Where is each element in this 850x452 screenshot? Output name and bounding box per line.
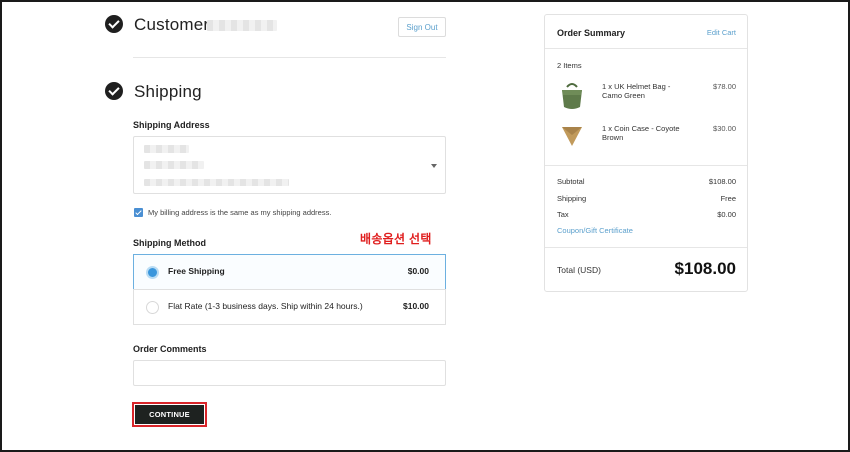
shipping-cost-value: Free: [720, 194, 736, 203]
billing-same-checkbox[interactable]: [134, 208, 143, 217]
tax-label: Tax: [557, 210, 569, 219]
customer-email-redacted: [207, 20, 277, 31]
shipping-option-flat-rate[interactable]: Flat Rate (1-3 business days. Ship withi…: [133, 289, 446, 325]
continue-button[interactable]: CONTINUE: [135, 405, 204, 424]
total-value: $108.00: [674, 259, 736, 278]
subtotal-label: Subtotal: [557, 177, 585, 186]
order-summary: Order Summary Edit Cart 2 Items 1 x UK H…: [544, 14, 748, 292]
summary-divider: [545, 247, 747, 248]
radio-unselected-icon[interactable]: [146, 301, 159, 314]
item-price: $30.00: [713, 124, 736, 133]
item-name: 1 x Coin Case - Coyote Brown: [602, 124, 680, 142]
shipping-option-name: Free Shipping: [168, 266, 225, 276]
item-name: 1 x UK Helmet Bag - Camo Green: [602, 82, 671, 100]
shipping-address-label: Shipping Address: [133, 120, 210, 130]
summary-divider: [545, 48, 747, 49]
summary-divider: [545, 165, 747, 166]
shipping-option-price: $0.00: [407, 266, 429, 276]
order-comments-label: Order Comments: [133, 344, 207, 354]
edit-cart-link[interactable]: Edit Cart: [707, 28, 736, 37]
subtotal-value: $108.00: [708, 177, 736, 186]
shipping-option-price: $10.00: [403, 301, 429, 311]
tax-value: $0.00: [717, 210, 736, 219]
address-line-redacted: [144, 145, 189, 153]
radio-selected-icon[interactable]: [146, 266, 159, 279]
total-label: Total (USD): [557, 265, 601, 275]
customer-divider: [133, 57, 446, 58]
chevron-down-icon: [431, 164, 437, 168]
customer-check-icon: [105, 15, 123, 33]
items-count: 2 Items: [557, 61, 582, 70]
billing-same-label: My billing address is the same as my shi…: [148, 208, 332, 217]
address-line-redacted: [144, 179, 289, 186]
shipping-option-free[interactable]: Free Shipping $0.00: [133, 254, 446, 290]
coin-case-image: [562, 127, 582, 146]
coupon-link[interactable]: Coupon/Gift Certificate: [557, 226, 633, 235]
helmet-bag-image: [562, 83, 582, 109]
item-price: $78.00: [713, 82, 736, 91]
order-summary-title: Order Summary: [557, 28, 626, 38]
shipping-cost-label: Shipping: [557, 194, 587, 203]
shipping-check-icon: [105, 82, 123, 100]
address-line-redacted: [144, 161, 204, 169]
customer-step-title: Customer: [134, 15, 210, 34]
shipping-step-title: Shipping: [134, 82, 202, 101]
annotation-select-shipping: 배송옵션 선택: [360, 232, 432, 246]
sign-out-button[interactable]: Sign Out: [398, 17, 446, 37]
order-comments-input[interactable]: [133, 360, 446, 386]
continue-highlight: CONTINUE: [132, 402, 207, 427]
shipping-option-name: Flat Rate (1-3 business days. Ship withi…: [168, 301, 363, 311]
shipping-address-select[interactable]: [133, 136, 446, 194]
shipping-method-label: Shipping Method: [133, 238, 206, 248]
